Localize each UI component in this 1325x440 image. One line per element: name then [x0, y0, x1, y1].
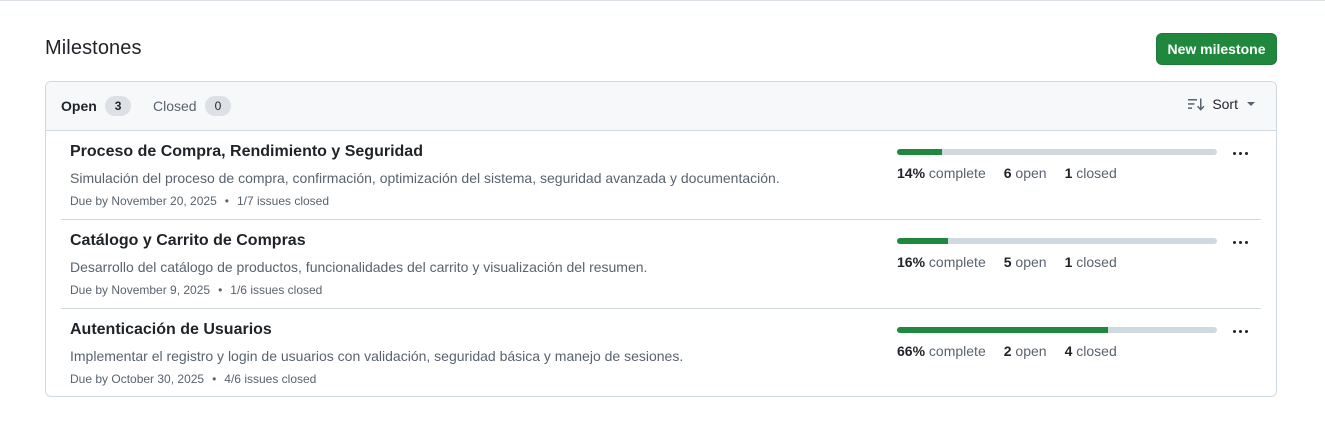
milestone-description: Simulación del proceso de compra, confir…: [70, 170, 780, 186]
list-header: Open 3 Closed 0 Sort: [46, 82, 1276, 131]
closed-label: closed: [1076, 254, 1117, 270]
milestone-title[interactable]: Proceso de Compra, Rendimiento y Segurid…: [70, 143, 423, 161]
milestone-meta: Due by November 9, 2025 • 1/6 issues close…: [70, 283, 322, 297]
top-divider: [0, 0, 1325, 1]
open-count: 6: [1003, 165, 1012, 181]
milestone-title[interactable]: Catálogo y Carrito de Compras: [70, 232, 306, 250]
milestone-description: Desarrollo del catálogo de productos, fu…: [70, 259, 648, 275]
open-count: 2: [1003, 343, 1012, 359]
milestone-meta: Due by November 20, 2025 • 1/7 issues clos…: [70, 194, 329, 208]
milestone-issues-closed: 1/7 issues closed: [236, 194, 330, 208]
closed-label: closed: [1076, 165, 1117, 181]
progress-bar: [897, 327, 1217, 333]
percent-complete: 66%: [897, 343, 926, 359]
closed-count: 1: [1064, 254, 1073, 270]
open-label: open: [1015, 165, 1047, 181]
open-label: open: [1015, 343, 1047, 359]
separator-dot: •: [224, 194, 229, 208]
milestone-stats: 14% complete 6 open 1 closed: [897, 165, 1117, 181]
kebab-horizontal-icon[interactable]: [1228, 145, 1252, 161]
kebab-horizontal-icon[interactable]: [1228, 323, 1252, 339]
open-count: 5: [1003, 254, 1012, 270]
closed-count: 4: [1064, 343, 1073, 359]
sort-menu-button[interactable]: Sort: [1187, 96, 1255, 112]
sort-desc-icon: [1188, 98, 1205, 111]
progress-bar: [897, 238, 1217, 244]
milestone-issues-closed: 4/6 issues closed: [224, 372, 317, 386]
milestone-row: Autenticación de Usuarios Implementar el…: [61, 309, 1261, 396]
tab-open-label: Open: [61, 98, 97, 114]
milestone-due-date: Due by October 30, 2025: [70, 372, 205, 386]
progress-fill: [897, 327, 1109, 333]
tab-open-count: 3: [104, 96, 132, 116]
progress-fill: [897, 238, 949, 244]
milestone-stats: 66% complete 2 open 4 closed: [897, 343, 1117, 359]
closed-label: closed: [1076, 343, 1117, 359]
progress-fill: [897, 149, 942, 155]
percent-complete: 16%: [897, 254, 926, 270]
milestone-due-date: Due by November 20, 2025: [70, 194, 217, 208]
sort-label: Sort: [1212, 96, 1238, 112]
milestone-stats: 16% complete 5 open 1 closed: [897, 254, 1117, 270]
new-milestone-button[interactable]: New milestone: [1156, 33, 1277, 65]
progress-bar: [897, 149, 1217, 155]
milestone-description: Implementar el registro y login de usuar…: [70, 348, 684, 364]
separator-dot: •: [218, 283, 223, 297]
page-title: Milestones: [45, 37, 142, 59]
milestone-title[interactable]: Autenticación de Usuarios: [70, 321, 272, 339]
percent-complete: 14%: [897, 165, 926, 181]
milestone-row: Catálogo y Carrito de Compras Desarrollo…: [61, 220, 1261, 309]
open-label: open: [1015, 254, 1047, 270]
kebab-horizontal-icon[interactable]: [1228, 234, 1252, 250]
milestone-meta: Due by October 30, 2025 • 4/6 issues close…: [70, 372, 316, 386]
milestone-row: Proceso de Compra, Rendimiento y Segurid…: [61, 131, 1261, 220]
triangle-down-icon: [1247, 102, 1255, 106]
separator-dot: •: [212, 372, 217, 386]
milestones-list: Open 3 Closed 0 Sort Proceso de Compra, …: [45, 81, 1277, 397]
closed-count: 1: [1064, 165, 1073, 181]
tab-open[interactable]: Open 3: [61, 96, 132, 116]
milestone-issues-closed: 1/6 issues closed: [230, 283, 323, 297]
tab-closed-count: 0: [204, 96, 232, 116]
complete-label: complete: [928, 165, 986, 181]
complete-label: complete: [928, 254, 986, 270]
complete-label: complete: [928, 343, 986, 359]
milestone-due-date: Due by November 9, 2025: [70, 283, 211, 297]
tab-closed[interactable]: Closed 0: [153, 96, 232, 116]
tab-closed-label: Closed: [153, 98, 197, 114]
